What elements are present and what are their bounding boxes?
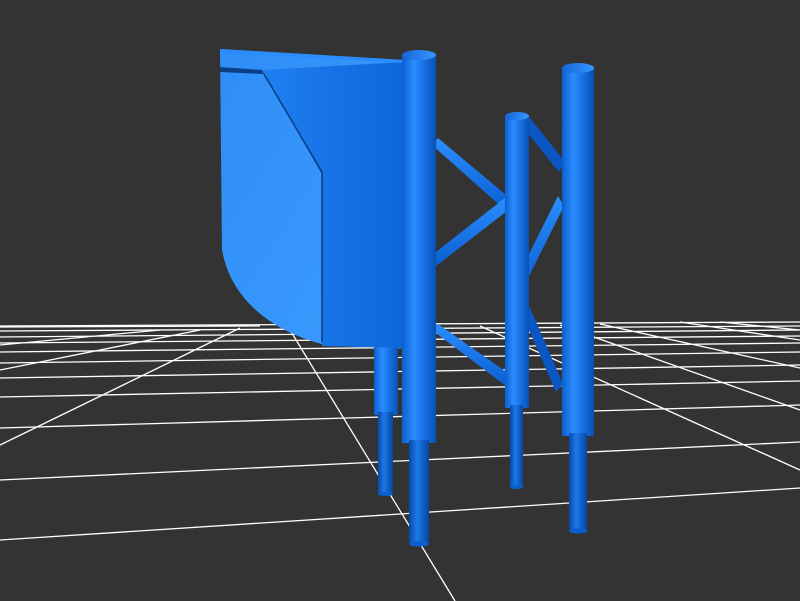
deflector-panel[interactable] bbox=[220, 49, 405, 348]
truss-post-middle[interactable] bbox=[432, 112, 565, 489]
3d-viewport[interactable] bbox=[0, 0, 800, 601]
ground-grid bbox=[0, 321, 800, 601]
truss-post-front[interactable] bbox=[402, 50, 436, 547]
support-post-short-left[interactable] bbox=[374, 340, 398, 496]
scene-canvas[interactable] bbox=[0, 0, 800, 601]
truss-post-right[interactable] bbox=[562, 63, 594, 534]
